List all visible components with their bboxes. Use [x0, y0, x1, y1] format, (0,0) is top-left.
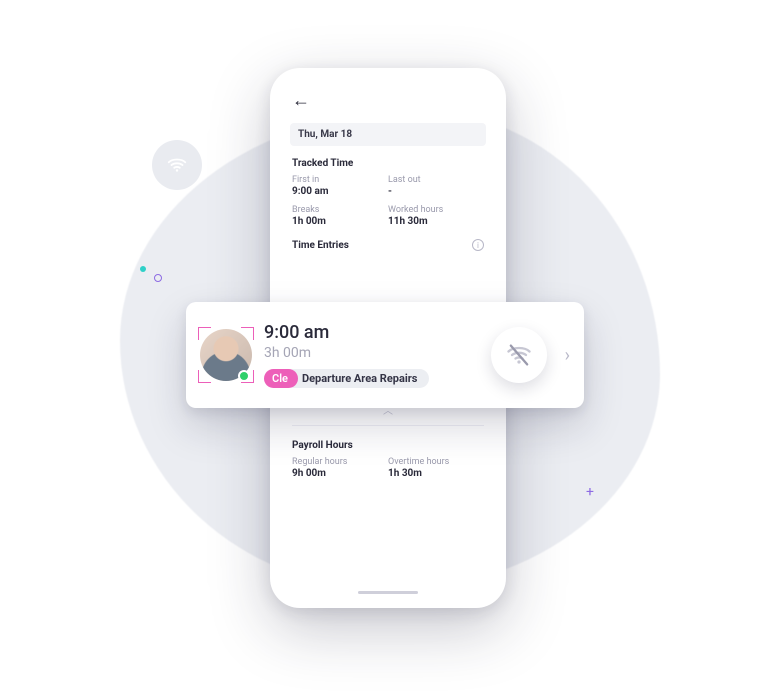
regular-label: Regular hours [292, 457, 388, 467]
entry-meta: 9:00 am 3h 00m Cle Departure Area Repair… [264, 322, 479, 388]
worked-label: Worked hours [388, 205, 484, 215]
payroll-grid: Regular hours 9h 00m Overtime hours 1h 3… [278, 455, 498, 485]
time-entries-title: Time Entries [292, 240, 349, 251]
first-in-label: First in [292, 175, 388, 185]
last-out-stat: Last out - [388, 175, 484, 197]
last-out-value: - [388, 186, 484, 197]
tracked-time-title: Tracked Time [278, 154, 498, 173]
home-indicator [358, 591, 418, 594]
last-out-label: Last out [388, 175, 484, 185]
entry-duration: 3h 00m [264, 345, 479, 361]
divider [292, 425, 484, 426]
overtime-value: 1h 30m [388, 468, 484, 479]
wifi-badge [152, 140, 202, 190]
job-chip[interactable]: Cle [264, 369, 298, 388]
presence-indicator [238, 370, 250, 382]
regular-hours-stat: Regular hours 9h 00m [292, 457, 388, 479]
date-bar: Thu, Mar 18 [290, 123, 486, 146]
entry-time: 9:00 am [264, 322, 479, 343]
first-in-value: 9:00 am [292, 186, 388, 197]
avatar-wrap [200, 329, 252, 381]
wifi-off-icon [505, 341, 533, 369]
time-entry-card[interactable]: 9:00 am 3h 00m Cle Departure Area Repair… [186, 302, 584, 408]
tracked-time-grid: First in 9:00 am Last out - Breaks 1h 00… [278, 173, 498, 233]
overtime-hours-stat: Overtime hours 1h 30m [388, 457, 484, 479]
overtime-label: Overtime hours [388, 457, 484, 467]
chevron-right-icon: › [559, 345, 572, 366]
first-in-stat: First in 9:00 am [292, 175, 388, 197]
info-icon[interactable]: i [472, 239, 484, 251]
decor-ring [154, 274, 162, 282]
decor-dot [140, 266, 146, 272]
worked-stat: Worked hours 11h 30m [388, 205, 484, 227]
worked-value: 11h 30m [388, 216, 484, 227]
task-chip[interactable]: Departure Area Repairs [284, 369, 429, 388]
breaks-stat: Breaks 1h 00m [292, 205, 388, 227]
payroll-title: Payroll Hours [278, 436, 498, 455]
back-button[interactable]: ← [292, 90, 310, 111]
regular-value: 9h 00m [292, 468, 388, 479]
entry-chips: Cle Departure Area Repairs [264, 369, 479, 388]
offline-status-button[interactable] [491, 327, 547, 383]
breaks-label: Breaks [292, 205, 388, 215]
wifi-icon [166, 154, 188, 176]
breaks-value: 1h 00m [292, 216, 388, 227]
decor-plus: + [586, 484, 594, 500]
